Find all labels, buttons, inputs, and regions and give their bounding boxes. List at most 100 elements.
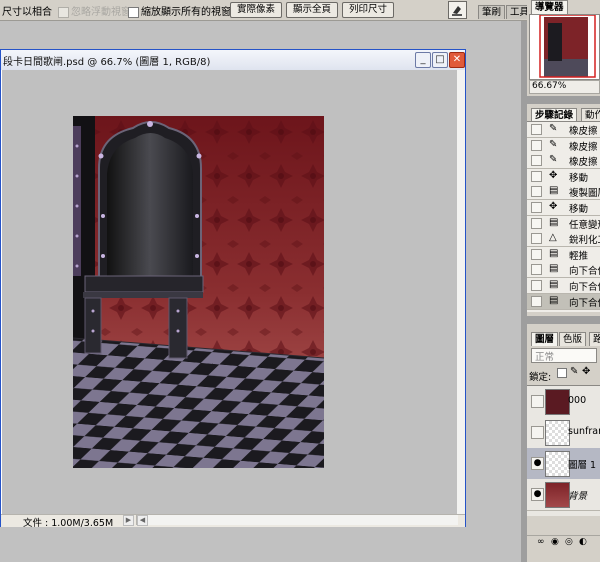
history-item-label: 向下合併: [569, 297, 600, 309]
tab-channels[interactable]: 色版: [559, 332, 587, 346]
history-item-label: 向下合併: [569, 266, 600, 278]
adjustment-layer-icon[interactable]: ◐: [579, 537, 587, 547]
ignore-palettes-label: 忽略浮動視窗: [71, 7, 131, 18]
scroll-left-icon[interactable]: ◀: [137, 515, 148, 526]
status-menu-arrow-icon[interactable]: ▶: [123, 515, 134, 526]
eraser-icon: ✎: [549, 138, 558, 150]
right-panel-dock: 導覽器 66.67% 步驟記錄 動作 ✎橡皮擦✎橡皮擦✎橡皮擦✥移動▤複製圖層✥…: [527, 0, 600, 562]
navigator-preview[interactable]: [529, 14, 600, 80]
checkbox-box: [58, 6, 69, 18]
lock-move-icon[interactable]: ✥: [582, 366, 590, 377]
tab-history[interactable]: 步驟記錄: [531, 108, 578, 122]
navigator-thumbnail: [539, 14, 596, 78]
document-titlebar[interactable]: 段卡日間歌闸.psd @ 66.7% (圖層 1, RGB/8) _ □ ✕: [1, 50, 465, 70]
zoom-all-windows-checkbox[interactable]: 縮放顯示所有的視窗: [128, 3, 231, 18]
history-snapshot-box[interactable]: [531, 124, 542, 135]
actual-pixels-button[interactable]: 實際像素: [230, 2, 282, 18]
layer-row[interactable]: ● 圖層 1: [527, 448, 600, 480]
layer-name: 圖層 1: [568, 460, 597, 471]
eye-icon[interactable]: ●: [531, 457, 544, 470]
document-title: 段卡日間歌闸.psd @ 66.7% (圖層 1, RGB/8): [3, 57, 211, 68]
history-list: ✎ 橡皮擦 ✎ 橡皮擦 ✎ 橡皮擦 ✥ 移動 ▤ 複製圖層 ✥ 移動 ▤ 任意變形 △ 銳利化工具 ▤ 輕推 ▤ 向下…: [527, 121, 600, 312]
tab-navigator[interactable]: 導覽器: [531, 0, 568, 14]
layer-name: 背景: [568, 491, 588, 502]
history-item[interactable]: ✎ 橡皮擦: [527, 137, 600, 154]
options-bar: 尺寸以相合 忽略浮動視窗 縮放顯示所有的視窗 實際像素 顯示全頁 列印尺寸 筆刷…: [0, 0, 600, 21]
layer-thumbnail: [545, 420, 570, 446]
layer-mask-icon[interactable]: ◎: [565, 537, 573, 547]
minimize-button[interactable]: _: [415, 52, 431, 68]
layer-thumbnail: [545, 482, 570, 508]
history-snapshot-box[interactable]: [531, 139, 542, 151]
history-item-label: 橡皮擦: [569, 126, 598, 137]
history-item[interactable]: ▤ 向下合併: [527, 293, 600, 310]
horizontal-scrollbar[interactable]: ◀: [136, 515, 458, 526]
palette-well-icon[interactable]: [448, 1, 467, 19]
layer-style-icon[interactable]: ◉: [551, 537, 559, 547]
history-item-label: 移動: [569, 204, 589, 215]
print-size-button[interactable]: 列印尺寸: [342, 2, 394, 18]
history-item-label: 任意變形: [569, 219, 600, 231]
layer-row[interactable]: ● 背景: [527, 479, 600, 511]
eraser-icon: ✎: [549, 123, 558, 134]
document-image[interactable]: [73, 116, 324, 468]
history-snapshot-box[interactable]: [531, 155, 542, 167]
history-item-label: 銳利化工具: [569, 235, 600, 247]
history-snapshot-box[interactable]: [531, 233, 542, 245]
layer-row[interactable]: sunframe: [527, 417, 600, 449]
gothic-room-artwork: [73, 116, 324, 468]
history-item[interactable]: ▤ 向下合併: [527, 278, 600, 294]
ignore-palettes-checkbox: 忽略浮動視窗: [58, 3, 131, 18]
history-snapshot-box[interactable]: [531, 248, 542, 260]
history-item[interactable]: ✥ 移動: [527, 168, 600, 185]
visibility-toggle[interactable]: [531, 426, 544, 439]
history-item[interactable]: ▤ 輕推: [527, 246, 600, 263]
lock-label: 鎖定:: [529, 372, 552, 383]
lock-transparency-icon[interactable]: [557, 368, 567, 378]
history-item-label: 複製圖層: [569, 188, 600, 200]
layer-name: sunframe: [568, 426, 600, 437]
panel-separator: [527, 316, 600, 324]
visibility-toggle[interactable]: [531, 395, 544, 408]
zoom-all-windows-label: 縮放顯示所有的視窗: [141, 7, 231, 18]
history-state-icon: ▤: [549, 247, 559, 259]
layer-row[interactable]: 000: [527, 386, 600, 418]
history-snapshot-box[interactable]: [531, 295, 542, 307]
layer-thumbnail: [545, 451, 570, 477]
checkbox-box[interactable]: [128, 6, 139, 18]
tab-actions[interactable]: 動作: [581, 108, 600, 122]
layer-name: 000: [568, 395, 587, 406]
tab-layers[interactable]: 圖層: [531, 332, 559, 346]
move-icon: ✥: [549, 201, 558, 212]
lock-brush-icon[interactable]: ✎: [570, 366, 578, 377]
history-state-icon: ▤: [549, 185, 559, 197]
fit-screen-button[interactable]: 顯示全頁: [286, 2, 338, 18]
history-item[interactable]: ✎ 橡皮擦: [527, 153, 600, 170]
history-snapshot-box[interactable]: [531, 264, 542, 276]
layers-list: 000 sunframe ● 圖層 1 ● 背景: [527, 385, 600, 516]
vertical-scrollbar[interactable]: [457, 70, 465, 514]
history-state-icon: ▤: [549, 294, 559, 306]
history-snapshot-box[interactable]: [531, 280, 542, 291]
history-snapshot-box[interactable]: [531, 186, 542, 198]
eye-icon[interactable]: ●: [531, 488, 544, 501]
tab-brushes[interactable]: 筆刷: [478, 5, 506, 19]
maximize-button[interactable]: □: [432, 52, 448, 68]
blend-mode-value: 正常: [535, 352, 555, 363]
navigator-zoom-field[interactable]: 66.67%: [529, 80, 600, 94]
history-snapshot-box[interactable]: [531, 170, 542, 182]
history-item[interactable]: ▤ 任意變形: [527, 215, 600, 232]
history-item[interactable]: ▤ 向下合併: [527, 262, 600, 279]
history-item[interactable]: ✥ 移動: [527, 200, 600, 216]
history-snapshot-box[interactable]: [531, 217, 542, 229]
tab-paths[interactable]: 路徑: [589, 332, 600, 346]
history-item[interactable]: ✎ 橡皮擦: [527, 122, 600, 138]
navigator-zoom-value: 66.67%: [532, 81, 567, 91]
sharpen-icon: △: [549, 232, 557, 244]
blend-mode-select[interactable]: 正常: [531, 348, 597, 363]
link-layers-icon[interactable]: ∞: [537, 537, 545, 547]
history-item[interactable]: △ 銳利化工具: [527, 231, 600, 248]
close-button[interactable]: ✕: [449, 52, 465, 68]
history-item[interactable]: ▤ 複製圖層: [527, 184, 600, 201]
history-snapshot-box[interactable]: [531, 202, 542, 213]
